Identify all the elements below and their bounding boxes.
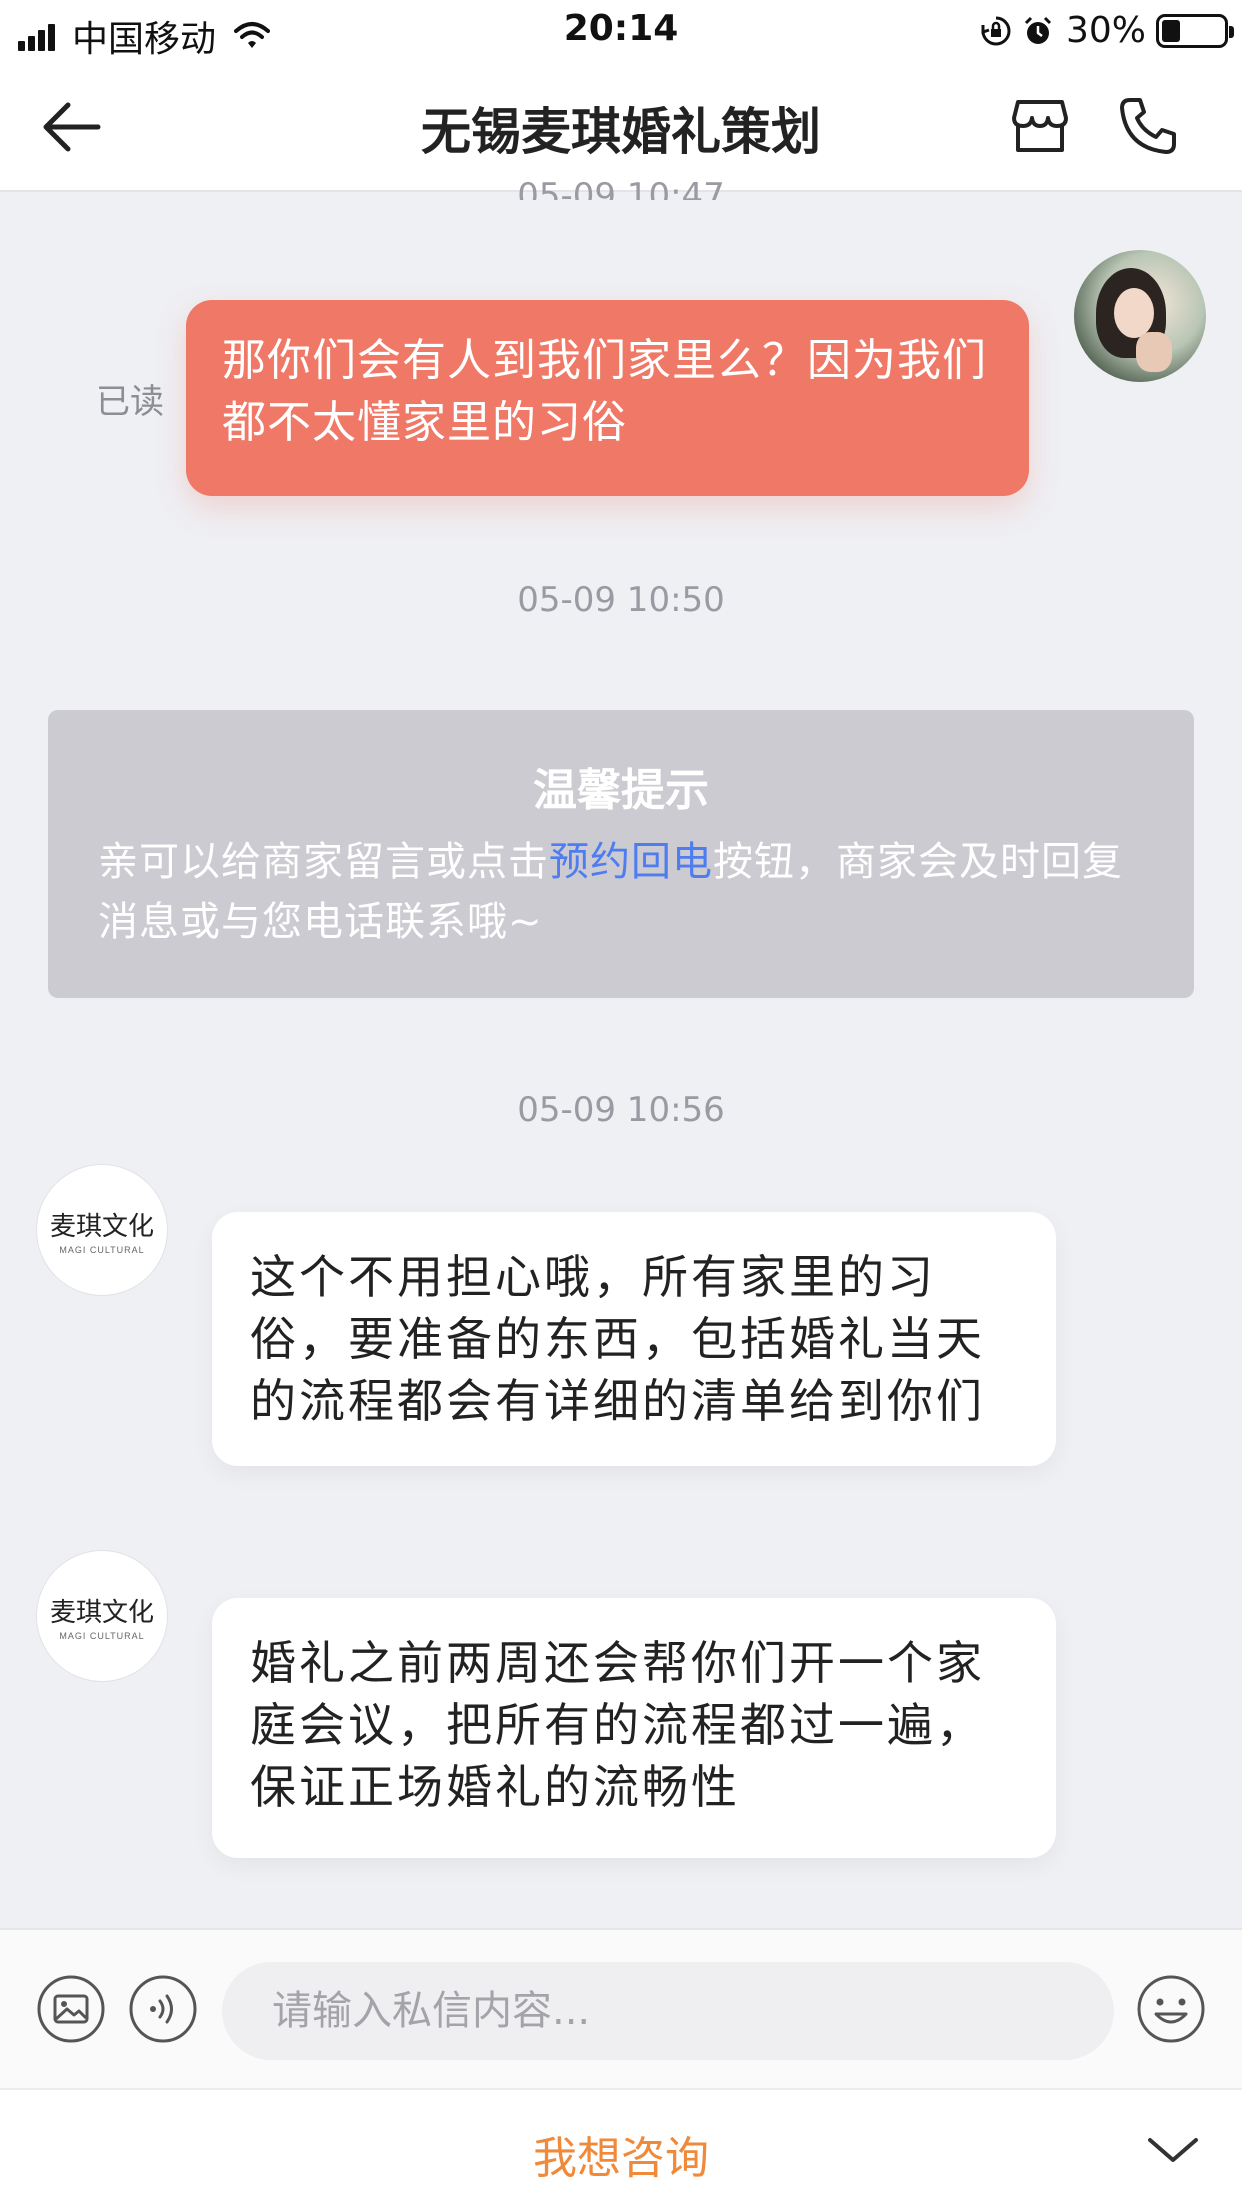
consult-button[interactable]: 我想咨询: [0, 2122, 1242, 2186]
chevron-down-icon[interactable]: [1146, 2132, 1200, 2168]
voice-icon[interactable]: [128, 1974, 198, 2044]
avatar-user[interactable]: [1074, 250, 1206, 382]
tip-notice: 温馨提示 亲可以给商家留言或点击预约回电按钮，商家会及时回复消息或与您电话联系哦…: [48, 710, 1194, 998]
timestamp: 05-09 10:56: [517, 1090, 725, 1130]
input-bar: [0, 1928, 1242, 2088]
image-icon[interactable]: [36, 1974, 106, 2044]
incoming-message[interactable]: 这个不用担心哦，所有家里的习俗，要准备的东西，包括婚礼当天的流程都会有详细的清单…: [212, 1212, 1056, 1466]
battery-fill: [1162, 19, 1180, 42]
status-bar: 中国移动 20:14 30%: [0, 0, 1242, 62]
callback-link[interactable]: 预约回电: [549, 839, 713, 885]
shop-logo-subtitle: MAGI CULTURAL: [59, 1630, 145, 1641]
avatar-face: [1114, 288, 1154, 338]
battery-icon: [1156, 13, 1234, 48]
message-input[interactable]: [222, 1962, 1114, 2060]
orientation-lock-icon: [981, 16, 1011, 45]
avatar-shop[interactable]: 麦琪文化 MAGI CULTURAL: [36, 1164, 168, 1296]
bottom-bar: 我想咨询: [0, 2088, 1242, 2208]
avatar-hand: [1136, 332, 1172, 372]
store-icon[interactable]: [1008, 94, 1072, 158]
notice-body: 亲可以给商家留言或点击预约回电按钮，商家会及时回复消息或与您电话联系哦~: [98, 832, 1158, 952]
emoji-icon[interactable]: [1136, 1974, 1206, 2044]
notice-title: 温馨提示: [533, 765, 709, 816]
shop-logo-name: 麦琪文化: [49, 1211, 154, 1242]
read-status: 已读: [96, 382, 164, 422]
timestamp: 05-09 10:50: [517, 580, 725, 620]
avatar-shop[interactable]: 麦琪文化 MAGI CULTURAL: [36, 1550, 168, 1682]
battery-percent: 30%: [1065, 10, 1146, 51]
incoming-message[interactable]: 婚礼之前两周还会帮你们开一个家庭会议，把所有的流程都过一遍，保证正场婚礼的流畅性: [212, 1598, 1056, 1858]
alarm-icon: [1024, 16, 1052, 44]
outgoing-message[interactable]: 那你们会有人到我们家里么？因为我们都不太懂家里的习俗: [186, 300, 1029, 496]
notice-text: 亲可以给商家留言或点击: [98, 839, 549, 885]
status-right: 30%: [980, 10, 1234, 51]
shop-logo-subtitle: MAGI CULTURAL: [59, 1244, 145, 1255]
nav-bar: 无锡麦琪婚礼策划: [0, 62, 1242, 192]
phone-icon[interactable]: [1116, 94, 1180, 158]
timestamp-top: 05-09 10:47: [517, 176, 725, 200]
shop-logo-name: 麦琪文化: [49, 1597, 154, 1628]
